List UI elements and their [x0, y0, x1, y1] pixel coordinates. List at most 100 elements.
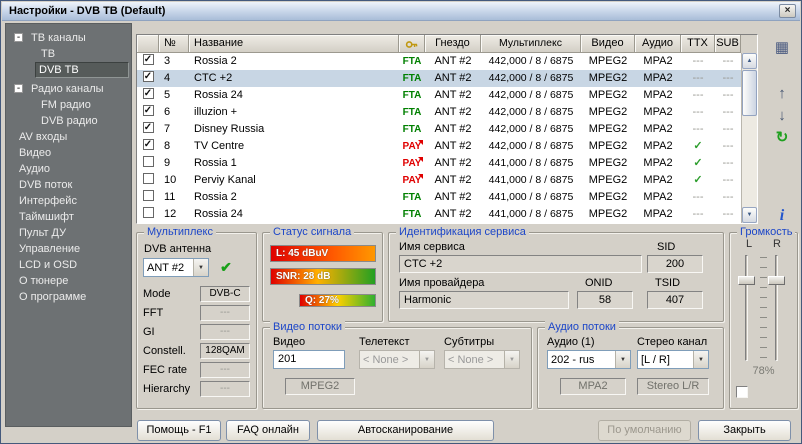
field-label: FFT [143, 307, 163, 319]
checkbox-checked[interactable]: ✓ [143, 71, 154, 82]
checkbox-unchecked[interactable] [143, 173, 154, 184]
dropdown-arrow-icon[interactable]: ▼ [693, 351, 708, 368]
header-number[interactable]: № [159, 35, 189, 53]
titlebar[interactable]: Настройки - DVB ТВ (Default) × [2, 2, 800, 21]
checkbox-unchecked[interactable] [143, 190, 154, 201]
volume-checkbox[interactable] [736, 386, 748, 398]
sidebar-item-dvb-stream[interactable]: DVB поток [6, 177, 131, 193]
teletext-label: Телетекст [359, 336, 410, 348]
header-audio[interactable]: Аудио [635, 35, 681, 53]
collapse-icon[interactable]: - [14, 33, 23, 42]
sidebar-item-interface[interactable]: Интерфейс [6, 193, 131, 209]
group-title: Мультиплекс [144, 226, 216, 238]
checkbox-checked[interactable]: ✓ [143, 122, 154, 133]
move-up-icon[interactable]: ↑ [769, 83, 795, 105]
checkbox-unchecked[interactable] [143, 207, 154, 218]
help-button[interactable]: Помощь - F1 [137, 420, 221, 441]
header-socket[interactable]: Гнездо [425, 35, 481, 53]
table-row[interactable]: ✓5Rossia 24FTAANT #2442,000 / 8 / 6875MP… [137, 87, 757, 104]
stereo-select[interactable]: [L / R] ▼ [637, 350, 709, 369]
header-multiplex[interactable]: Мультиплекс [481, 35, 581, 53]
sidebar-item-timeshift[interactable]: Таймшифт [6, 209, 131, 225]
sidebar-item-dvb-tv[interactable]: DVB ТВ [6, 62, 131, 78]
sidebar-item-video[interactable]: Видео [6, 145, 131, 161]
sidebar-item-lcd-osd[interactable]: LCD и OSD [6, 257, 131, 273]
sidebar-item-av-inputs[interactable]: AV входы [6, 129, 131, 145]
volume-slider-thumb[interactable] [738, 276, 755, 285]
collapse-icon[interactable]: - [14, 84, 23, 93]
channel-checkbox[interactable] [137, 172, 159, 189]
volume-slider-left[interactable] [738, 255, 755, 361]
checkbox-checked[interactable]: ✓ [143, 105, 154, 116]
sidebar-item-control[interactable]: Управление [6, 241, 131, 257]
scroll-up-icon[interactable]: ▲ [742, 53, 757, 69]
provider-label: Имя провайдера [399, 277, 484, 289]
channel-checkbox[interactable] [137, 189, 159, 206]
multiplex-fields: ModeDVB-CFFT---GI---Constell.128QAMFEC r… [143, 284, 250, 398]
scroll-down-icon[interactable]: ▼ [742, 207, 757, 223]
dropdown-arrow-icon[interactable]: ▼ [193, 259, 208, 276]
channel-list-icon[interactable]: ▦ [769, 37, 795, 59]
checkbox-checked[interactable]: ✓ [143, 88, 154, 99]
teletext-select[interactable]: < None > ▼ [359, 350, 435, 369]
channel-checkbox[interactable]: ✓ [137, 121, 159, 138]
sidebar-item-dvb-radio[interactable]: DVB радио [6, 113, 131, 129]
volume-slider-thumb[interactable] [768, 276, 785, 285]
sidebar-item-tv-channels[interactable]: -ТВ каналы [6, 30, 131, 46]
volume-slider-right[interactable] [768, 255, 785, 361]
access-type: FTA [399, 87, 425, 104]
autoscan-button[interactable]: Автосканирование [317, 420, 494, 441]
socket-value: ANT #2 [425, 172, 481, 189]
header-name[interactable]: Название [189, 35, 399, 53]
access-type: FTA [399, 121, 425, 138]
header-access[interactable] [399, 35, 425, 53]
video-pid-input[interactable]: 201 [273, 350, 345, 369]
table-row[interactable]: ✓3Rossia 2FTAANT #2442,000 / 8 / 6875MPE… [137, 53, 757, 70]
channel-checkbox[interactable]: ✓ [137, 70, 159, 87]
audio-select[interactable]: 202 - rus ▼ [547, 350, 631, 369]
checkbox-checked[interactable]: ✓ [143, 139, 154, 150]
table-row[interactable]: ✓8TV CentrePAYANT #2442,000 / 8 / 6875MP… [137, 138, 757, 155]
sidebar-item-tv[interactable]: ТВ [6, 46, 131, 62]
sidebar-item-radio-channels[interactable]: -Радио каналы [6, 81, 131, 97]
channel-checkbox[interactable]: ✓ [137, 53, 159, 70]
refresh-icon[interactable]: ↻ [769, 127, 795, 149]
sidebar-item-audio[interactable]: Аудио [6, 161, 131, 177]
move-down-icon[interactable]: ↓ [769, 105, 795, 127]
close-button[interactable]: Закрыть [698, 420, 791, 441]
channel-checkbox[interactable]: ✓ [137, 104, 159, 121]
table-row[interactable]: 11Rossia 2FTAANT #2441,000 / 8 / 6875MPE… [137, 189, 757, 206]
group-title: Громкость [737, 226, 795, 238]
faq-button[interactable]: FAQ онлайн [226, 420, 310, 441]
channel-checkbox[interactable]: ✓ [137, 138, 159, 155]
antenna-apply-icon[interactable]: ✔ [215, 258, 237, 277]
ttx-flag: ✓ [681, 155, 715, 172]
sidebar-item-remote-control[interactable]: Пульт ДУ [6, 225, 131, 241]
sidebar-item-about-program[interactable]: О программе [6, 289, 131, 305]
table-row[interactable]: 10Perviy KanalPAYANT #2441,000 / 8 / 687… [137, 172, 757, 189]
subtitles-label: Субтитры [444, 336, 494, 348]
table-row[interactable]: 12Rossia 24FTAANT #2441,000 / 8 / 6875MP… [137, 206, 757, 223]
table-row[interactable]: ✓4CTC +2FTAANT #2442,000 / 8 / 6875MPEG2… [137, 70, 757, 87]
sidebar-item-about-tuner[interactable]: О тюнере [6, 273, 131, 289]
table-row[interactable]: ✓7Disney RussiaFTAANT #2442,000 / 8 / 68… [137, 121, 757, 138]
table-row[interactable]: ✓6illuzion +FTAANT #2442,000 / 8 / 6875M… [137, 104, 757, 121]
close-icon[interactable]: × [779, 4, 796, 18]
dropdown-arrow-icon[interactable]: ▼ [615, 351, 630, 368]
channel-checkbox[interactable]: ✓ [137, 87, 159, 104]
sidebar-item-fm-radio[interactable]: FM радио [6, 97, 131, 113]
scroll-thumb[interactable] [742, 70, 757, 116]
channel-checkbox[interactable] [137, 206, 159, 223]
antenna-select[interactable]: ANT #2 ▼ [143, 258, 209, 277]
checkbox-unchecked[interactable] [143, 156, 154, 167]
channel-checkbox[interactable] [137, 155, 159, 172]
checkbox-checked[interactable]: ✓ [143, 54, 154, 65]
subtitles-select[interactable]: < None > ▼ [444, 350, 520, 369]
header-video[interactable]: Видео [581, 35, 635, 53]
info-icon[interactable]: i [769, 205, 795, 227]
table-row[interactable]: 9Rossia 1PAYANT #2441,000 / 8 / 6875MPEG… [137, 155, 757, 172]
header-ttx[interactable]: TTX [681, 35, 715, 53]
header-sub[interactable]: SUB [715, 35, 741, 53]
header-select[interactable] [137, 35, 159, 53]
table-scrollbar[interactable]: ▲ ▼ [741, 53, 757, 223]
